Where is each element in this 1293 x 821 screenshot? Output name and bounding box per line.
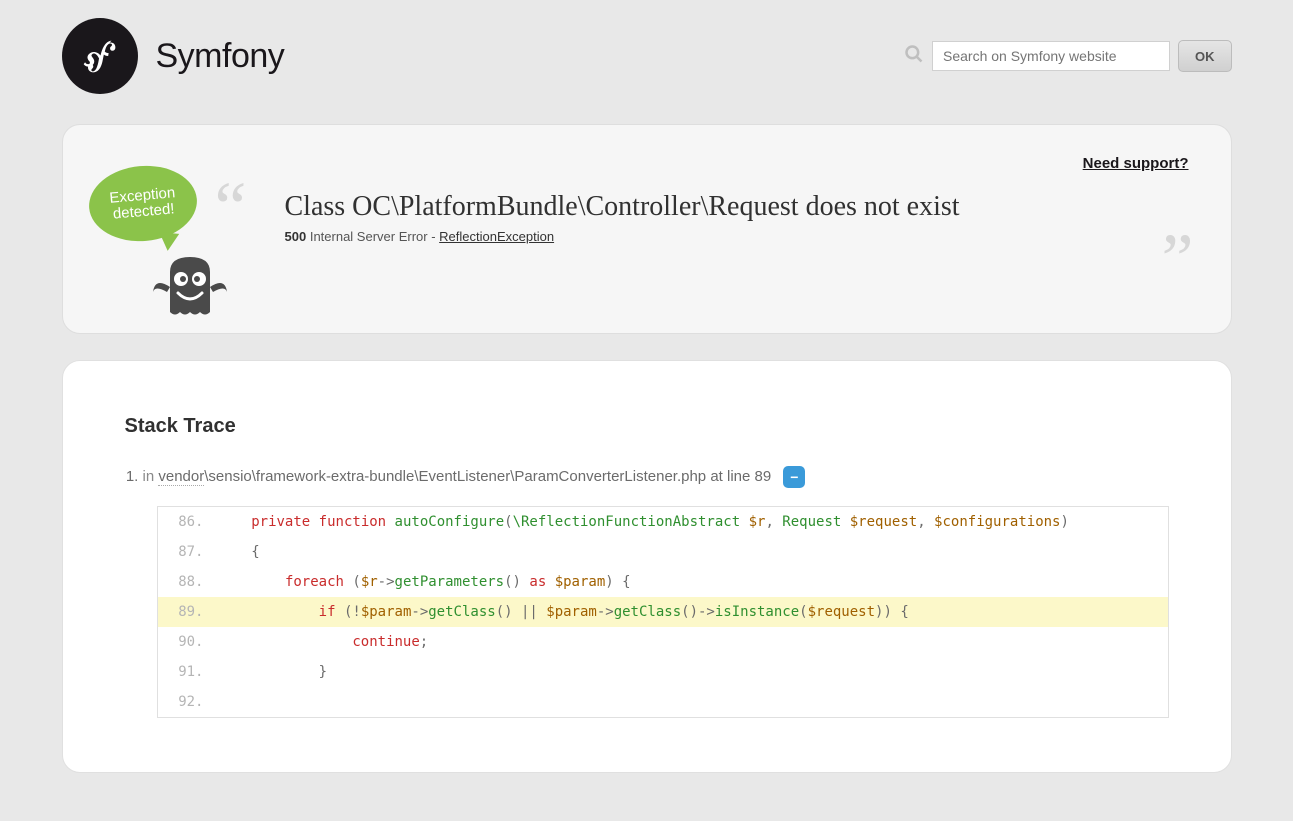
stack-trace-list: in vendor\sensio\framework-extra-bundle\… <box>125 466 1169 718</box>
stack-trace-panel: Stack Trace in vendor\sensio\framework-e… <box>62 360 1232 773</box>
stack-trace-title: Stack Trace <box>125 415 1169 438</box>
quote-open-icon: “ <box>215 189 247 225</box>
line-content: continue; <box>218 627 1168 657</box>
line-content: foreach ($r->getParameters() as $param) … <box>218 567 1168 597</box>
ghost-icon <box>145 257 235 332</box>
code-line: 89. if (!$param->getClass() || $param->g… <box>158 597 1168 627</box>
stack-trace-item: in vendor\sensio\framework-extra-bundle\… <box>143 466 1169 718</box>
line-number: 92. <box>158 687 218 717</box>
http-status: Internal Server Error <box>310 229 428 244</box>
exception-message-block: “ Class OC\PlatformBundle\Controller\Req… <box>285 161 1189 244</box>
search-input[interactable] <box>932 41 1170 71</box>
exception-title: Class OC\PlatformBundle\Controller\Reque… <box>285 191 1189 223</box>
exception-class-link[interactable]: ReflectionException <box>439 229 554 244</box>
code-line: 88. foreach ($r->getParameters() as $par… <box>158 567 1168 597</box>
http-code: 500 <box>285 229 307 244</box>
exception-subtitle: 500 Internal Server Error - ReflectionEx… <box>285 229 1189 244</box>
trace-path-link[interactable]: vendor <box>158 468 204 486</box>
line-content: private function autoConfigure(\Reflecti… <box>218 507 1168 537</box>
logo-block[interactable]: Symfony <box>62 18 285 94</box>
line-number: 88. <box>158 567 218 597</box>
search-area: OK <box>904 40 1232 72</box>
page-header: Symfony OK <box>62 18 1232 94</box>
line-content <box>218 687 1168 717</box>
line-number: 87. <box>158 537 218 567</box>
line-number: 86. <box>158 507 218 537</box>
brand-text: Symfony <box>156 37 285 76</box>
code-line: 86. private function autoConfigure(\Refl… <box>158 507 1168 537</box>
exception-bubble: Exception detected! <box>85 161 199 245</box>
line-number: 90. <box>158 627 218 657</box>
line-content: if (!$param->getClass() || $param->getCl… <box>218 597 1168 627</box>
line-content: } <box>218 657 1168 687</box>
line-content: { <box>218 537 1168 567</box>
code-line: 90. continue; <box>158 627 1168 657</box>
search-icon <box>904 44 924 69</box>
trace-at-line: at line 89 <box>706 468 771 485</box>
symfony-logo-icon <box>62 18 138 94</box>
search-submit-button[interactable]: OK <box>1178 40 1232 72</box>
line-number: 89. <box>158 597 218 627</box>
code-line: 87. { <box>158 537 1168 567</box>
collapse-toggle-button[interactable]: − <box>783 466 805 488</box>
code-snippet: 86. private function autoConfigure(\Refl… <box>157 506 1169 718</box>
code-line: 92. <box>158 687 1168 717</box>
trace-in-label: in <box>143 468 155 485</box>
trace-path-rest: \sensio\framework-extra-bundle\EventList… <box>204 468 706 485</box>
exception-panel: Need support? Exception detected! <box>62 124 1232 334</box>
line-number: 91. <box>158 657 218 687</box>
code-line: 91. } <box>158 657 1168 687</box>
quote-close-icon: ” <box>1162 241 1194 277</box>
